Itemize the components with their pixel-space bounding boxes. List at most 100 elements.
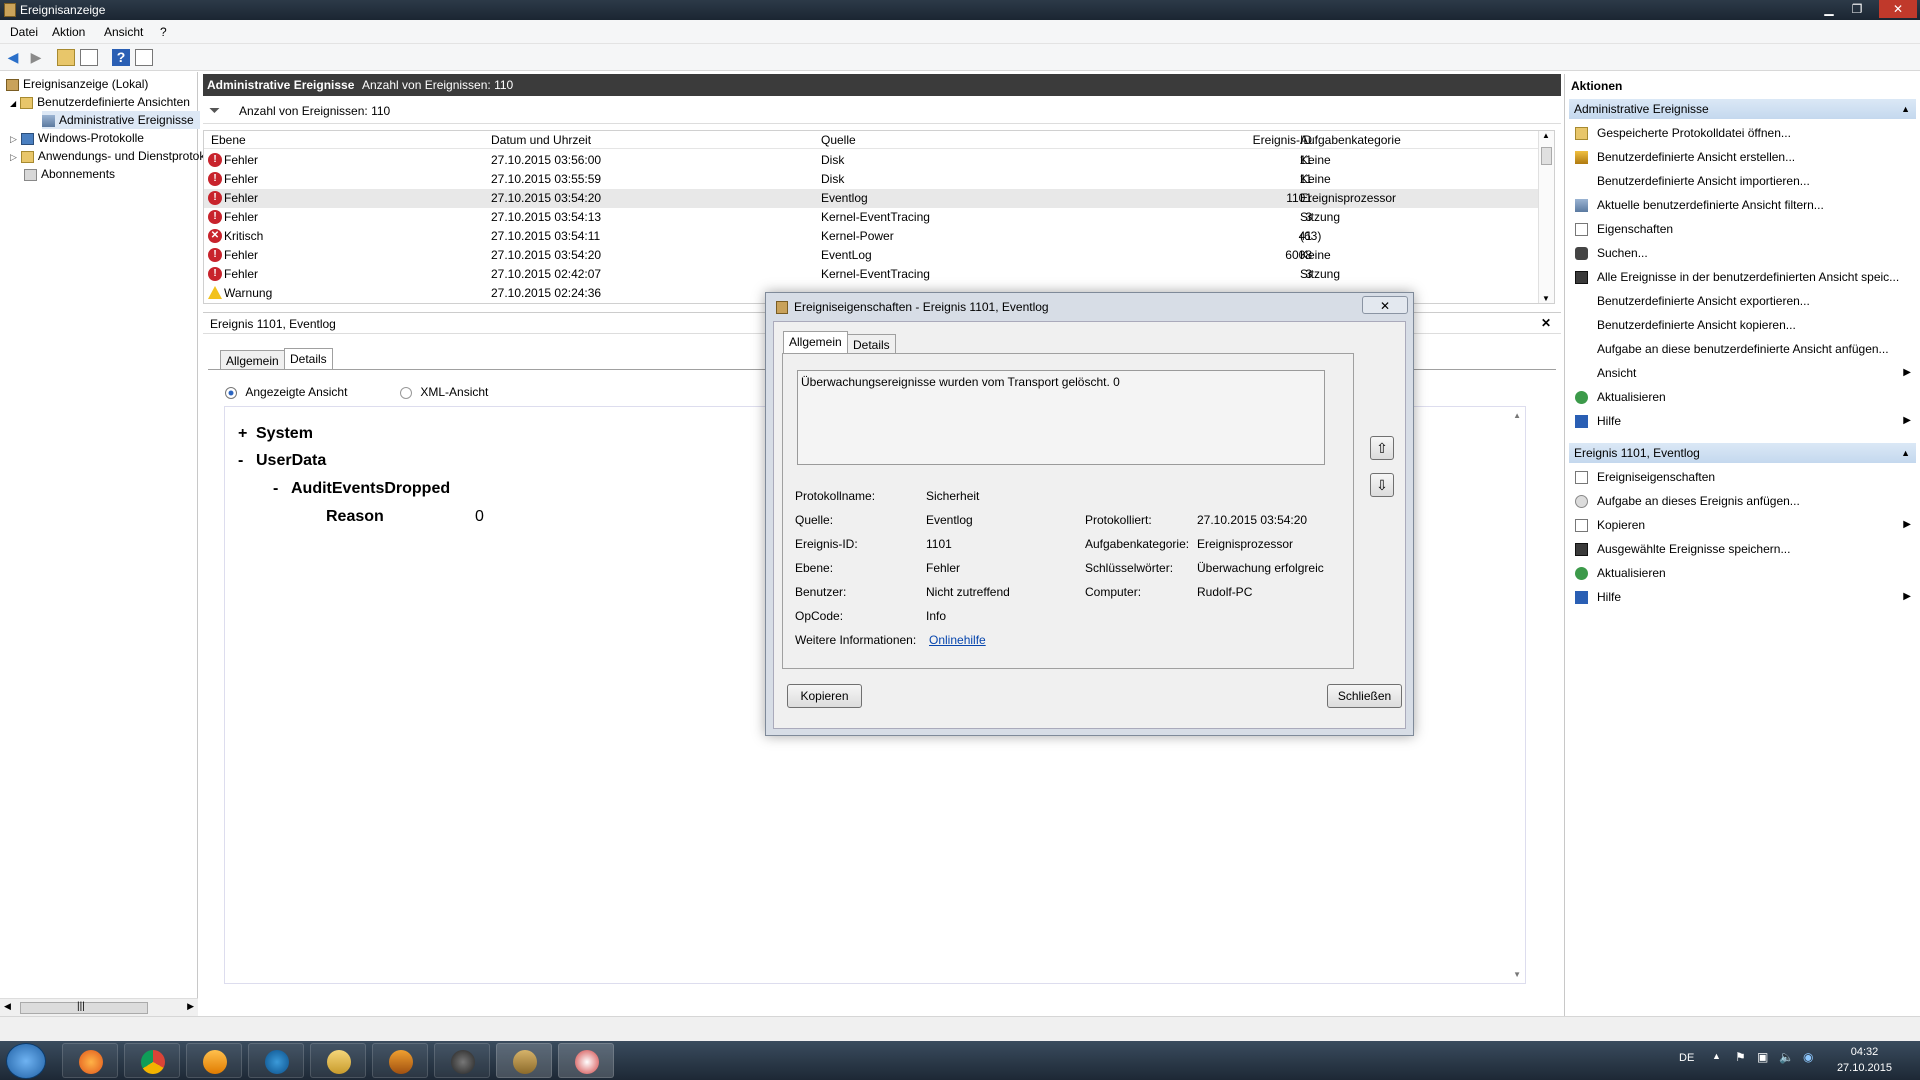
taskbar-firefox[interactable] <box>62 1043 118 1078</box>
event-list-scrollbar[interactable]: ▲ ▼ <box>1538 131 1554 303</box>
collapse-arrow-icon[interactable]: ▷ <box>10 134 17 144</box>
system-tray-icon[interactable]: ◉ <box>1803 1050 1813 1064</box>
scroll-up-icon[interactable]: ▲ <box>1513 411 1521 420</box>
action-hilfe[interactable]: Hilfe ▶ <box>1569 410 1916 432</box>
audit-events-dropped-node[interactable]: AuditEventsDropped <box>291 480 450 498</box>
menu-datei[interactable]: Datei <box>10 25 38 39</box>
close-dialog-button[interactable]: Schließen <box>1327 684 1402 708</box>
start-button[interactable] <box>6 1043 46 1079</box>
scrollbar-thumb[interactable] <box>1541 147 1552 165</box>
tree-windows-logs[interactable]: ▷ Windows-Protokolle <box>10 129 144 147</box>
next-event-button[interactable]: ⇩ <box>1370 473 1394 497</box>
actions-section-event[interactable]: Ereignis 1101, Eventlog ▲ <box>1569 443 1916 463</box>
action-gespeicherte-protokolldatei-öffnen[interactable]: Gespeicherte Protokolldatei öffnen... <box>1569 122 1916 144</box>
tab-details[interactable]: Details <box>284 348 333 370</box>
tab-allgemein[interactable]: Allgemein <box>220 350 285 370</box>
menu-aktion[interactable]: Aktion <box>52 25 85 39</box>
action-eigenschaften[interactable]: Eigenschaften <box>1569 218 1916 240</box>
help-icon[interactable]: ? <box>112 49 130 66</box>
system-node[interactable]: System <box>256 425 313 443</box>
scrollbar-thumb[interactable]: ||| <box>20 1001 148 1014</box>
show-hidden-icons[interactable]: ▲ <box>1712 1051 1721 1061</box>
copy-button[interactable]: Kopieren <box>787 684 862 708</box>
collapse-icon[interactable]: ▲ <box>1901 99 1910 119</box>
taskbar-ccleaner[interactable] <box>248 1043 304 1078</box>
clock[interactable]: 04:32 27.10.2015 <box>1837 1044 1892 1076</box>
scroll-left-icon[interactable]: ◀ <box>4 1001 11 1012</box>
table-row[interactable]: ! Fehler 27.10.2015 03:56:00 Disk 11 Keine <box>204 151 1540 170</box>
event-message-box[interactable]: Überwachungsereignisse wurden vom Transp… <box>797 370 1325 465</box>
tree-app-logs[interactable]: ▷ Anwendungs- und Dienstprotokolle <box>10 147 224 165</box>
action-aktuelle-benutzerdefinierte-ansicht-filtern[interactable]: Aktuelle benutzerdefinierte Ansicht filt… <box>1569 194 1916 216</box>
scroll-down-icon[interactable]: ▼ <box>1542 294 1550 303</box>
system-toggle[interactable]: + <box>238 425 247 443</box>
table-row[interactable]: ! Fehler 27.10.2015 03:55:59 Disk 11 Keine <box>204 170 1540 189</box>
table-row[interactable]: ! Fehler 27.10.2015 02:42:07 Kernel-EventTr… <box>204 265 1540 284</box>
expand-arrow-icon[interactable]: ◢ <box>10 99 16 108</box>
network-icon[interactable]: ▣ <box>1757 1050 1768 1064</box>
restore-button[interactable]: ❐ <box>1843 0 1871 18</box>
action-benutzerdefinierte-ansicht-exportieren[interactable]: Benutzerdefinierte Ansicht exportieren..… <box>1569 290 1916 312</box>
userdata-node[interactable]: UserData <box>256 452 326 470</box>
up-folder-icon[interactable] <box>57 49 75 66</box>
tree-horizontal-scrollbar[interactable]: ◀ ||| ▶ <box>0 998 198 1016</box>
collapse-icon[interactable]: ▲ <box>1901 443 1910 463</box>
table-row[interactable]: ! Fehler 27.10.2015 03:54:20 Eventlog 1101 Er… <box>204 189 1540 208</box>
back-arrow-icon[interactable]: ◀ <box>4 49 22 66</box>
tree-subscriptions[interactable]: Abonnements <box>24 165 115 183</box>
audit-toggle[interactable]: - <box>273 480 278 498</box>
action-ansicht[interactable]: Ansicht ▶ <box>1569 362 1916 384</box>
close-button[interactable]: ✕ <box>1879 0 1917 18</box>
radio-xml-view[interactable]: XML-Ansicht <box>400 385 488 399</box>
taskbar-chrome[interactable] <box>124 1043 180 1078</box>
action-benutzerdefinierte-ansicht-importieren[interactable]: Benutzerdefinierte Ansicht importieren..… <box>1569 170 1916 192</box>
taskbar-event-viewer[interactable] <box>496 1043 552 1078</box>
dialog-tab-details[interactable]: Details <box>847 334 896 354</box>
radio-displayed-view[interactable]: Angezeigte Ansicht <box>225 385 347 399</box>
dialog-tab-allgemein[interactable]: Allgemein <box>783 331 848 353</box>
col-source[interactable]: Quelle <box>821 133 856 147</box>
scroll-right-icon[interactable]: ▶ <box>187 1001 194 1012</box>
action-pane-icon[interactable] <box>135 49 153 66</box>
taskbar-winamp[interactable] <box>372 1043 428 1078</box>
volume-icon[interactable]: 🔈 <box>1779 1050 1794 1064</box>
tree-admin-events[interactable]: Administrative Ereignisse <box>42 111 200 129</box>
action-ereigniseigenschaften[interactable]: Ereigniseigenschaften <box>1569 466 1916 488</box>
action-benutzerdefinierte-ansicht-kopieren[interactable]: Benutzerdefinierte Ansicht kopieren... <box>1569 314 1916 336</box>
taskbar-media-player[interactable] <box>186 1043 242 1078</box>
taskbar-explorer[interactable] <box>310 1043 366 1078</box>
table-row[interactable]: ! Fehler 27.10.2015 03:54:13 Kernel-EventTr… <box>204 208 1540 227</box>
col-level[interactable]: Ebene <box>211 133 246 147</box>
col-datetime[interactable]: Datum und Uhrzeit <box>491 133 591 147</box>
action-aufgabe-an-dieses-ereignis-anfügen[interactable]: Aufgabe an dieses Ereignis anfügen... <box>1569 490 1916 512</box>
taskbar-audio[interactable] <box>434 1043 490 1078</box>
tree-custom-views[interactable]: ◢ Benutzerdefinierte Ansichten <box>10 93 190 111</box>
action-ausgewählte-ereignisse-speichern[interactable]: Ausgewählte Ereignisse speichern... <box>1569 538 1916 560</box>
action-alle-ereignisse-in-der-benutzerdefinierten-ansicht-speic[interactable]: Alle Ereignisse in der benutzerdefiniert… <box>1569 266 1916 288</box>
action-aktualisieren[interactable]: Aktualisieren <box>1569 386 1916 408</box>
table-row[interactable]: ! Fehler 27.10.2015 03:54:20 EventLog 6008 Ke… <box>204 246 1540 265</box>
previous-event-button[interactable]: ⇧ <box>1370 436 1394 460</box>
action-benutzerdefinierte-ansicht-erstellen[interactable]: Benutzerdefinierte Ansicht erstellen... <box>1569 146 1916 168</box>
minimize-button[interactable]: ▁ <box>1815 0 1843 18</box>
scroll-up-icon[interactable]: ▲ <box>1542 131 1550 140</box>
taskbar-tools[interactable] <box>558 1043 614 1078</box>
language-indicator[interactable]: DE <box>1679 1052 1694 1064</box>
actions-section-admin[interactable]: Administrative Ereignisse ▲ <box>1569 99 1916 119</box>
action-kopieren[interactable]: Kopieren ▶ <box>1569 514 1916 536</box>
menu-help[interactable]: ? <box>160 25 167 39</box>
table-row[interactable]: ✕ Kritisch 27.10.2015 03:54:11 Kernel-Power… <box>204 227 1540 246</box>
action-aktualisieren[interactable]: Aktualisieren <box>1569 562 1916 584</box>
action-aufgabe-an-diese-benutzerdefinierte-ansicht-anfügen[interactable]: Aufgabe an diese benutzerdefinierte Ansi… <box>1569 338 1916 360</box>
userdata-toggle[interactable]: - <box>238 452 243 470</box>
action-center-flag-icon[interactable]: ⚑ <box>1735 1050 1746 1064</box>
tree-root[interactable]: Ereignisanzeige (Lokal) <box>6 75 148 93</box>
radio-unselected-icon[interactable] <box>400 386 412 399</box>
action-suchen[interactable]: Suchen... <box>1569 242 1916 264</box>
col-category[interactable]: Aufgabenkategorie <box>1300 133 1401 147</box>
menu-ansicht[interactable]: Ansicht <box>104 25 143 39</box>
collapse-arrow-icon[interactable]: ▷ <box>10 152 17 162</box>
action-hilfe[interactable]: Hilfe ▶ <box>1569 586 1916 608</box>
dialog-close-button[interactable]: ✕ <box>1362 296 1408 314</box>
radio-selected-icon[interactable] <box>225 386 237 399</box>
